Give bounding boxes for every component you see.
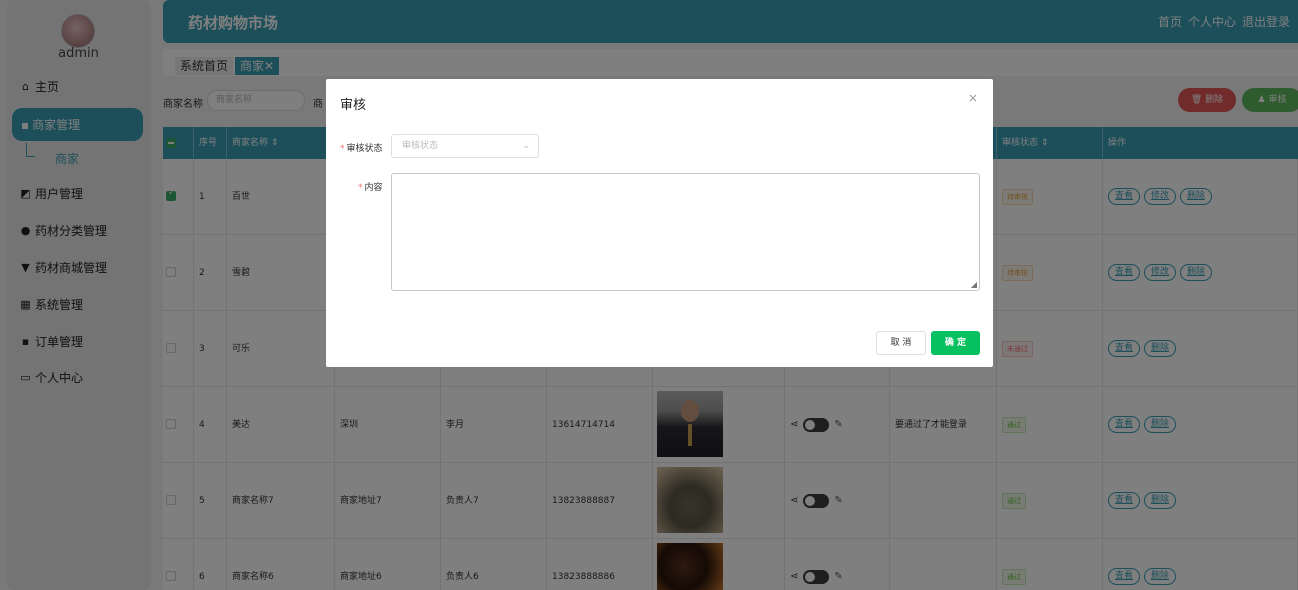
dialog-title: 审核 bbox=[340, 98, 367, 113]
audit-dialog: 审核 × * 审核状态 审核状态 ⌄ * 内容 ◢ 取 消 确 定 bbox=[326, 79, 993, 367]
chevron-down-icon: ⌄ bbox=[522, 141, 530, 151]
audit-status-select[interactable]: 审核状态 ⌄ bbox=[391, 134, 539, 158]
status-field-label: * 审核状态 bbox=[340, 141, 383, 154]
content-field-label: * 内容 bbox=[358, 180, 383, 193]
resize-handle-icon[interactable]: ◢ bbox=[971, 280, 977, 289]
required-marker: * bbox=[358, 183, 363, 193]
confirm-button[interactable]: 确 定 bbox=[931, 331, 980, 355]
required-marker: * bbox=[340, 144, 345, 154]
select-placeholder: 审核状态 bbox=[402, 141, 439, 151]
content-textarea[interactable]: ◢ bbox=[391, 173, 980, 291]
status-label-text: 审核状态 bbox=[346, 144, 383, 154]
cancel-button[interactable]: 取 消 bbox=[876, 331, 926, 355]
content-label-text: 内容 bbox=[364, 183, 383, 193]
close-icon[interactable]: × bbox=[968, 91, 978, 105]
